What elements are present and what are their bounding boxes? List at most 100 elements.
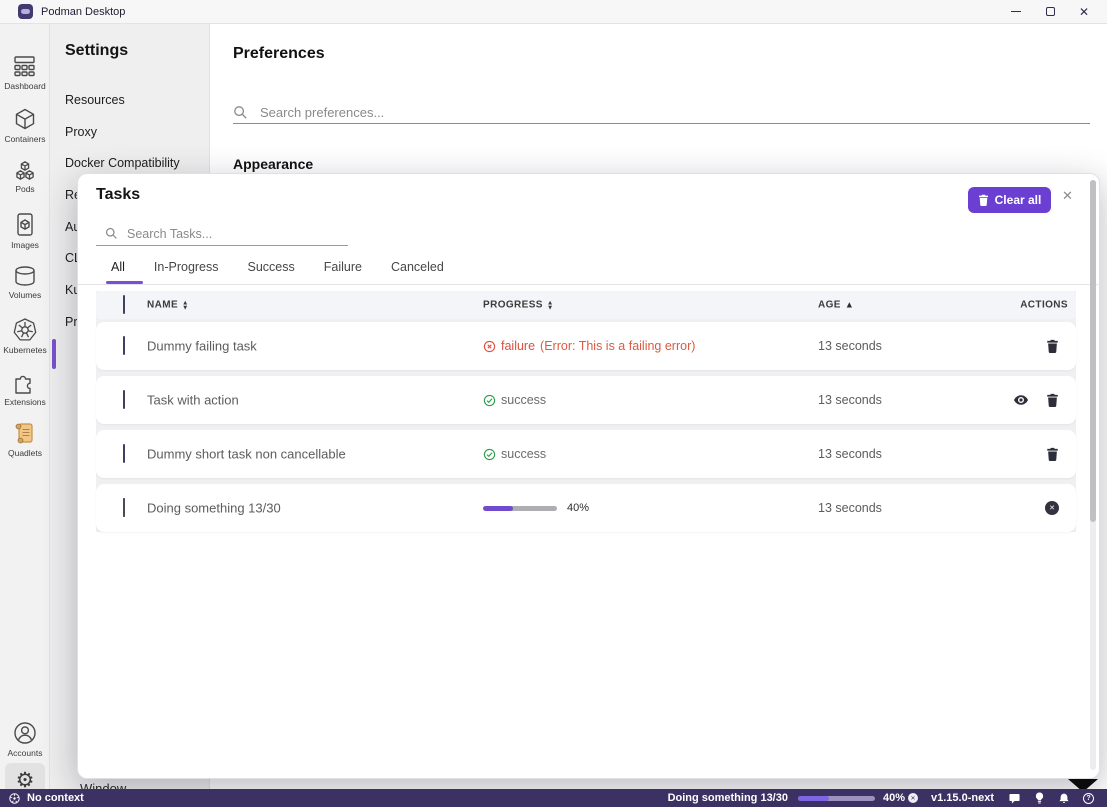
sidebar-item-images[interactable]: Images [0, 212, 50, 260]
kubernetes-icon [12, 317, 38, 343]
sidebar-item-volumes[interactable]: Volumes [0, 264, 50, 312]
question-mark-icon: ? [1083, 793, 1094, 804]
column-header-name: NAME [147, 300, 178, 311]
tab-in-progress[interactable]: In-Progress [154, 260, 219, 274]
select-all-checkbox[interactable] [123, 295, 125, 314]
task-status: failure [501, 339, 535, 353]
trash-icon [978, 194, 989, 206]
sidebar-item-dashboard[interactable]: Dashboard [0, 55, 50, 103]
images-icon [12, 212, 38, 238]
tasks-search-input[interactable] [127, 227, 327, 241]
success-icon [483, 394, 496, 407]
app-window: Podman Desktop ✕ Dashboard [0, 0, 1107, 807]
dashboard-icon [12, 55, 38, 79]
modal-scrollbar [1090, 180, 1096, 770]
task-error: (Error: This is a failing error) [540, 339, 695, 353]
settings-nav-item-partial-5[interactable]: Pr [65, 315, 78, 329]
sidebar-item-kubernetes[interactable]: Kubernetes [0, 317, 50, 365]
sidebar-item-accounts[interactable]: Accounts [0, 720, 50, 768]
close-modal-button[interactable]: ✕ [1062, 189, 1073, 204]
titlebar: Podman Desktop ✕ [0, 0, 1107, 24]
table-row: Doing something 13/30 40% 13 seconds ✕ [96, 484, 1076, 532]
settings-nav-item-resources[interactable]: Resources [65, 93, 125, 107]
tasks-table: NAME ▲▼ PROGRESS ▲▼ AGE ▲ ACTIONS Dummy … [96, 291, 1076, 532]
troubleshooting-button[interactable] [1034, 791, 1045, 805]
tab-all[interactable]: All [111, 260, 125, 274]
sidebar-label: Extensions [4, 397, 46, 407]
row-checkbox[interactable] [123, 390, 125, 409]
tab-success[interactable]: Success [248, 260, 295, 274]
chat-bubble-icon [1008, 792, 1021, 805]
row-checkbox-checked[interactable] [123, 498, 125, 517]
column-header-actions: ACTIONS [1020, 300, 1068, 311]
tasks-modal: Tasks Clear all ✕ All In-Progress Succes… [77, 173, 1100, 779]
sidebar-label: Containers [4, 134, 45, 144]
kube-context-button[interactable]: No context [8, 792, 84, 805]
tab-failure[interactable]: Failure [324, 260, 362, 274]
clear-all-button[interactable]: Clear all [968, 187, 1051, 213]
table-row: Dummy failing task failure (Error: This … [96, 322, 1076, 370]
icon-sidebar: Dashboard Containers Pods [0, 24, 50, 789]
page-title: Preferences [233, 45, 325, 63]
tasks-search [96, 222, 348, 246]
task-name: Task with action [147, 393, 239, 408]
volumes-icon [12, 264, 38, 288]
kube-context-icon [8, 792, 21, 805]
minimize-button[interactable] [999, 1, 1033, 23]
task-age: 13 seconds [818, 501, 882, 515]
context-label: No context [27, 792, 84, 804]
column-header-age: AGE [818, 300, 841, 311]
task-progress-bar [483, 506, 557, 511]
help-button[interactable]: ? [1083, 793, 1094, 804]
sidebar-item-containers[interactable]: Containers [0, 107, 50, 155]
sort-name-icon[interactable]: ▲▼ [182, 300, 188, 310]
settings-nav-item-proxy[interactable]: Proxy [65, 125, 97, 139]
tasks-modal-title: Tasks [96, 186, 140, 204]
sidebar-label: Kubernetes [3, 345, 46, 355]
delete-task-button[interactable] [1046, 339, 1059, 353]
lightbulb-icon [1034, 791, 1045, 805]
active-page-indicator [52, 339, 56, 369]
task-name: Dummy short task non cancellable [147, 447, 346, 462]
task-progress-percent: 40% [567, 502, 589, 514]
tabs-divider [78, 284, 1101, 285]
statusbar: No context Doing something 13/30 40% ✕ v… [0, 789, 1107, 807]
row-checkbox[interactable] [123, 336, 125, 355]
sort-age-icon[interactable]: ▲ [845, 301, 854, 310]
podman-logo-icon [18, 4, 33, 19]
maximize-button[interactable] [1033, 1, 1067, 23]
sort-progress-icon[interactable]: ▲▼ [547, 300, 553, 310]
sidebar-item-pods[interactable]: Pods [0, 160, 50, 208]
delete-task-button[interactable] [1046, 393, 1059, 407]
task-name: Doing something 13/30 [147, 501, 281, 516]
tab-canceled[interactable]: Canceled [391, 260, 444, 274]
modal-scrollbar-thumb[interactable] [1090, 180, 1096, 522]
version-label: v1.15.0-next [931, 792, 994, 804]
statusbar-progress-percent: 40% [883, 792, 905, 804]
containers-icon [12, 107, 38, 132]
task-age: 13 seconds [818, 447, 882, 461]
success-icon [483, 448, 496, 461]
statusbar-task-label[interactable]: Doing something 13/30 [668, 792, 788, 804]
table-row: Dummy short task non cancellable success… [96, 430, 1076, 478]
notifications-button[interactable] [1058, 792, 1070, 805]
sidebar-label: Images [11, 240, 39, 250]
settings-nav-item-docker-compatibility[interactable]: Docker Compatibility [65, 156, 180, 170]
row-checkbox[interactable] [123, 444, 125, 463]
sidebar-item-quadlets[interactable]: Quadlets [0, 421, 50, 469]
preferences-search-input[interactable] [260, 105, 1040, 120]
feedback-button[interactable] [1008, 792, 1021, 805]
statusbar-cancel-task-button[interactable]: ✕ [908, 793, 918, 803]
table-header: NAME ▲▼ PROGRESS ▲▼ AGE ▲ ACTIONS [96, 291, 1076, 319]
bell-icon [1058, 792, 1070, 805]
task-age: 13 seconds [818, 393, 882, 407]
tasks-tabs: All In-Progress Success Failure Canceled [111, 260, 444, 274]
window-controls: ✕ [999, 1, 1101, 23]
close-window-button[interactable]: ✕ [1067, 1, 1101, 23]
task-status: success [501, 393, 546, 407]
sidebar-item-extensions[interactable]: Extensions [0, 369, 50, 417]
cancel-task-button[interactable]: ✕ [1045, 501, 1059, 515]
delete-task-button[interactable] [1046, 447, 1059, 461]
view-task-button[interactable] [1013, 392, 1029, 408]
task-name: Dummy failing task [147, 339, 257, 354]
